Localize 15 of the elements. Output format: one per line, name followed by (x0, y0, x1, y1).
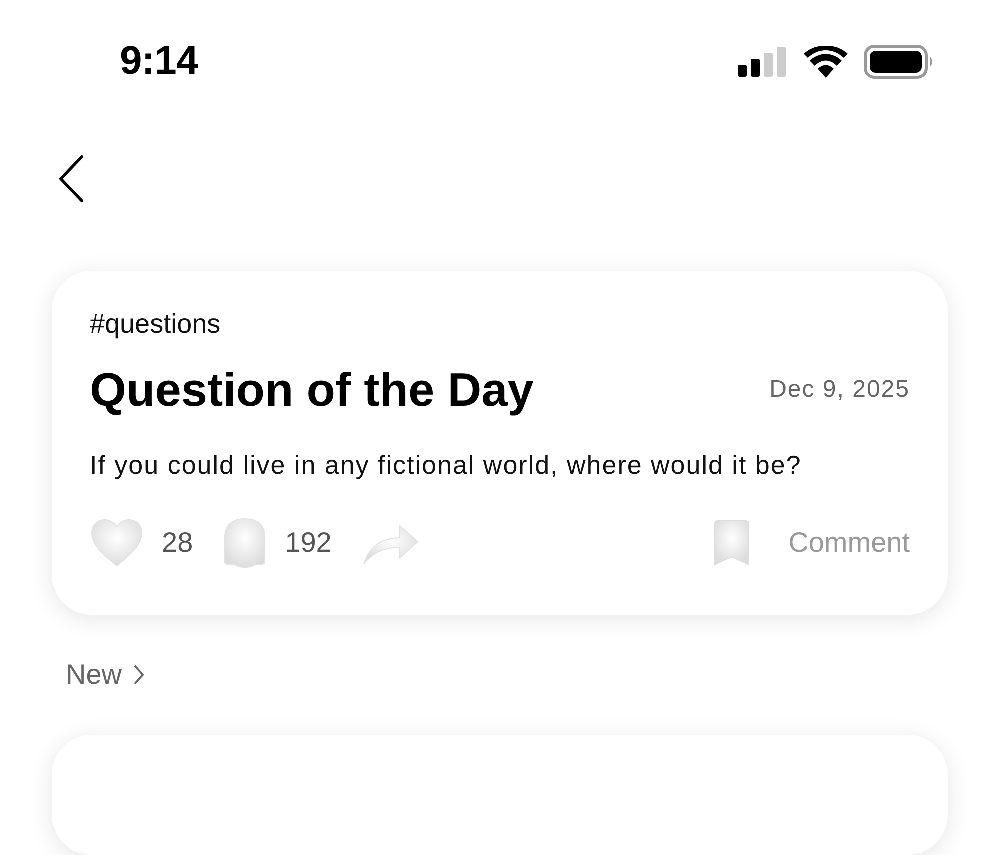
ghost-button[interactable]: 192 (223, 517, 332, 569)
bookmark-icon[interactable] (712, 519, 751, 567)
chevron-right-icon (132, 663, 146, 687)
status-time: 9:14 (120, 39, 198, 84)
like-button[interactable]: 28 (90, 518, 194, 568)
heart-icon (90, 518, 144, 568)
wifi-icon (804, 46, 848, 78)
post-tag: #questions (90, 309, 221, 340)
post-body: If you could live in any fictional world, where would it be? (90, 449, 803, 482)
signal-icon (738, 46, 788, 77)
post-title: Question of the Day (90, 362, 534, 417)
battery-icon (864, 44, 934, 79)
post-date: Dec 9, 2025 (770, 376, 910, 404)
section-link[interactable]: New (66, 659, 146, 691)
ghost-icon (223, 517, 268, 569)
